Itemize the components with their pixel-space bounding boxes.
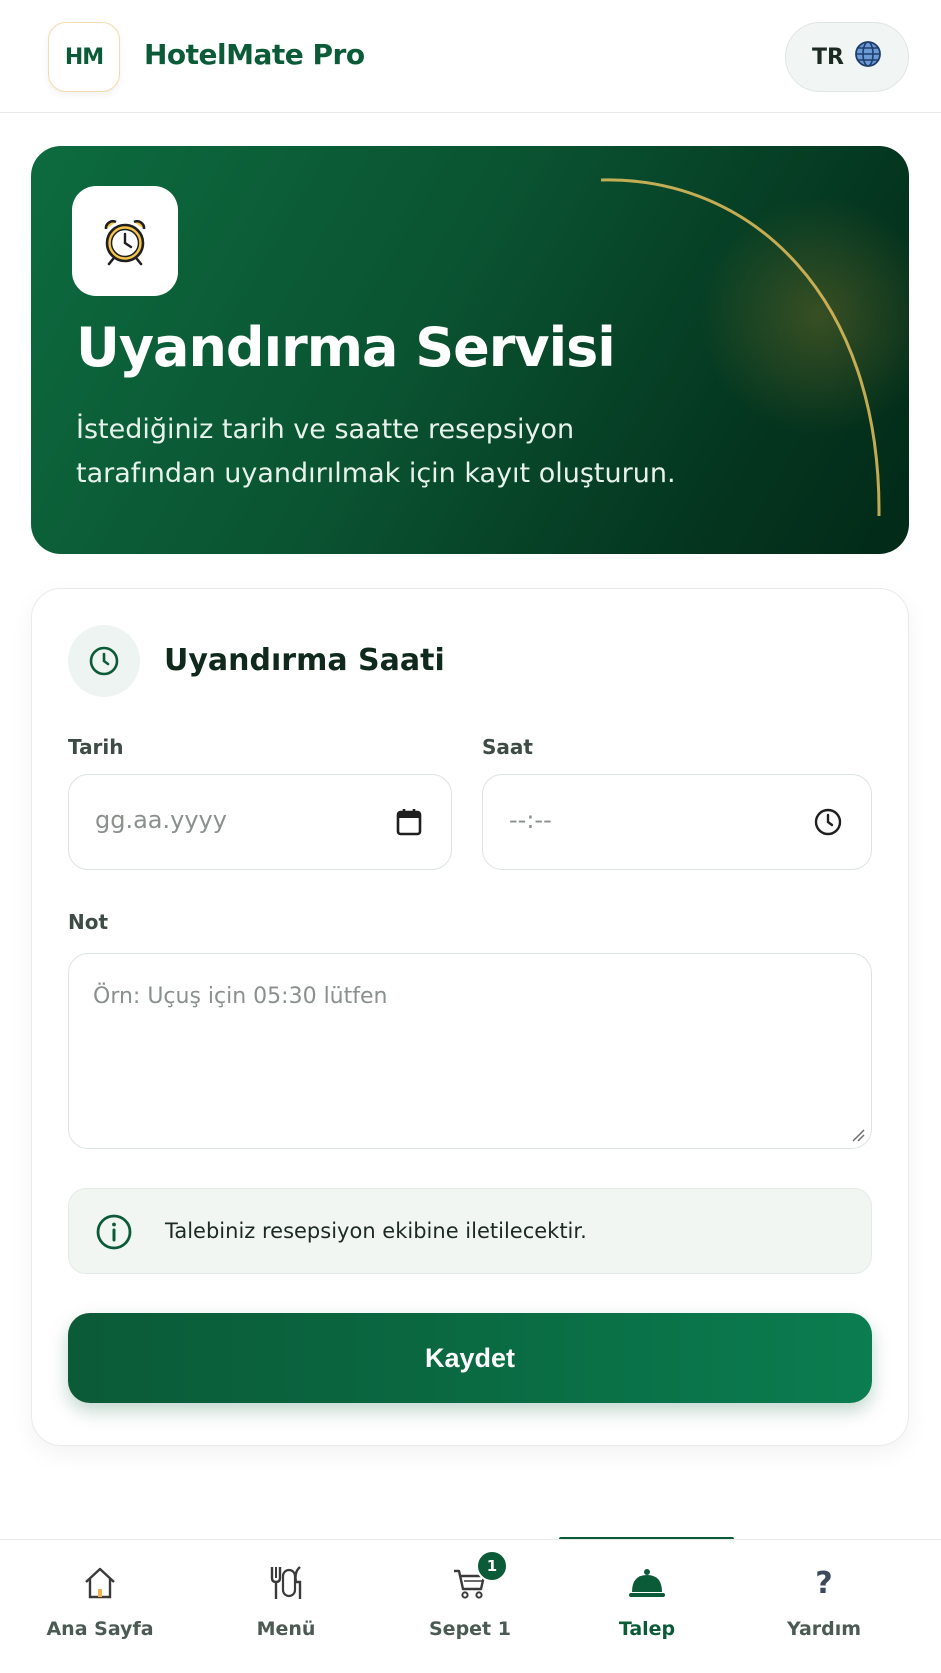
date-field[interactable]	[68, 774, 452, 870]
nav-request-label: Talep	[618, 1618, 676, 1640]
bottom-navigation: Ana Sayfa Menü 1 Sepet 1 Talep ? Yardım	[0, 1539, 941, 1672]
nav-request[interactable]: Talep	[559, 1540, 735, 1673]
utensils-icon	[266, 1562, 306, 1604]
time-field[interactable]	[482, 774, 872, 870]
time-clock-icon[interactable]	[813, 807, 843, 841]
form-title: Uyandırma Saati	[164, 643, 445, 678]
date-label: Tarih	[68, 735, 124, 759]
note-textarea[interactable]	[69, 954, 871, 1148]
info-icon	[95, 1213, 133, 1255]
home-icon	[82, 1562, 118, 1604]
question-icon: ?	[815, 1565, 833, 1601]
hero-subtitle: İstediğiniz tarih ve saatte resepsiyon t…	[76, 414, 676, 489]
note-label: Not	[68, 910, 109, 934]
nav-help[interactable]: ? Yardım	[736, 1540, 912, 1673]
app-header: HM HotelMate Pro TR	[0, 0, 941, 113]
hero-title: Uyandırma Servisi	[76, 316, 616, 379]
resize-handle-icon[interactable]	[849, 1126, 865, 1142]
nav-home-label: Ana Sayfa	[46, 1618, 154, 1640]
time-input[interactable]	[507, 805, 791, 835]
note-field[interactable]	[68, 953, 872, 1149]
calendar-icon[interactable]	[395, 807, 423, 841]
save-button[interactable]: Kaydet	[68, 1313, 872, 1403]
cart-badge: 1	[476, 1550, 508, 1582]
time-label: Saat	[482, 735, 533, 759]
brand-name: HotelMate Pro	[144, 38, 365, 71]
app-logo[interactable]: HM	[48, 22, 120, 92]
alarm-clock-icon	[72, 186, 178, 296]
nav-cart-label: Sepet 1	[429, 1618, 511, 1640]
cart-icon: 1	[452, 1550, 508, 1604]
service-bell-icon	[627, 1562, 667, 1604]
hero-banner: Uyandırma Servisi İstediğiniz tarih ve s…	[31, 146, 909, 554]
nav-help-label: Yardım	[786, 1618, 862, 1640]
nav-menu-label: Menü	[256, 1618, 316, 1640]
wakeup-form-card: Uyandırma Saati Tarih Saat Not	[31, 588, 909, 1446]
clock-icon	[68, 625, 140, 697]
language-switcher[interactable]: TR	[785, 22, 909, 92]
language-code: TR	[812, 44, 844, 70]
nav-menu[interactable]: Menü	[198, 1540, 374, 1673]
info-text: Talebiniz resepsiyon ekibine iletilecekt…	[165, 1219, 587, 1243]
globe-icon	[854, 40, 882, 74]
nav-cart[interactable]: 1 Sepet 1	[382, 1540, 558, 1673]
info-banner: Talebiniz resepsiyon ekibine iletilecekt…	[68, 1188, 872, 1274]
date-input[interactable]	[93, 805, 377, 835]
nav-home[interactable]: Ana Sayfa	[12, 1540, 188, 1673]
